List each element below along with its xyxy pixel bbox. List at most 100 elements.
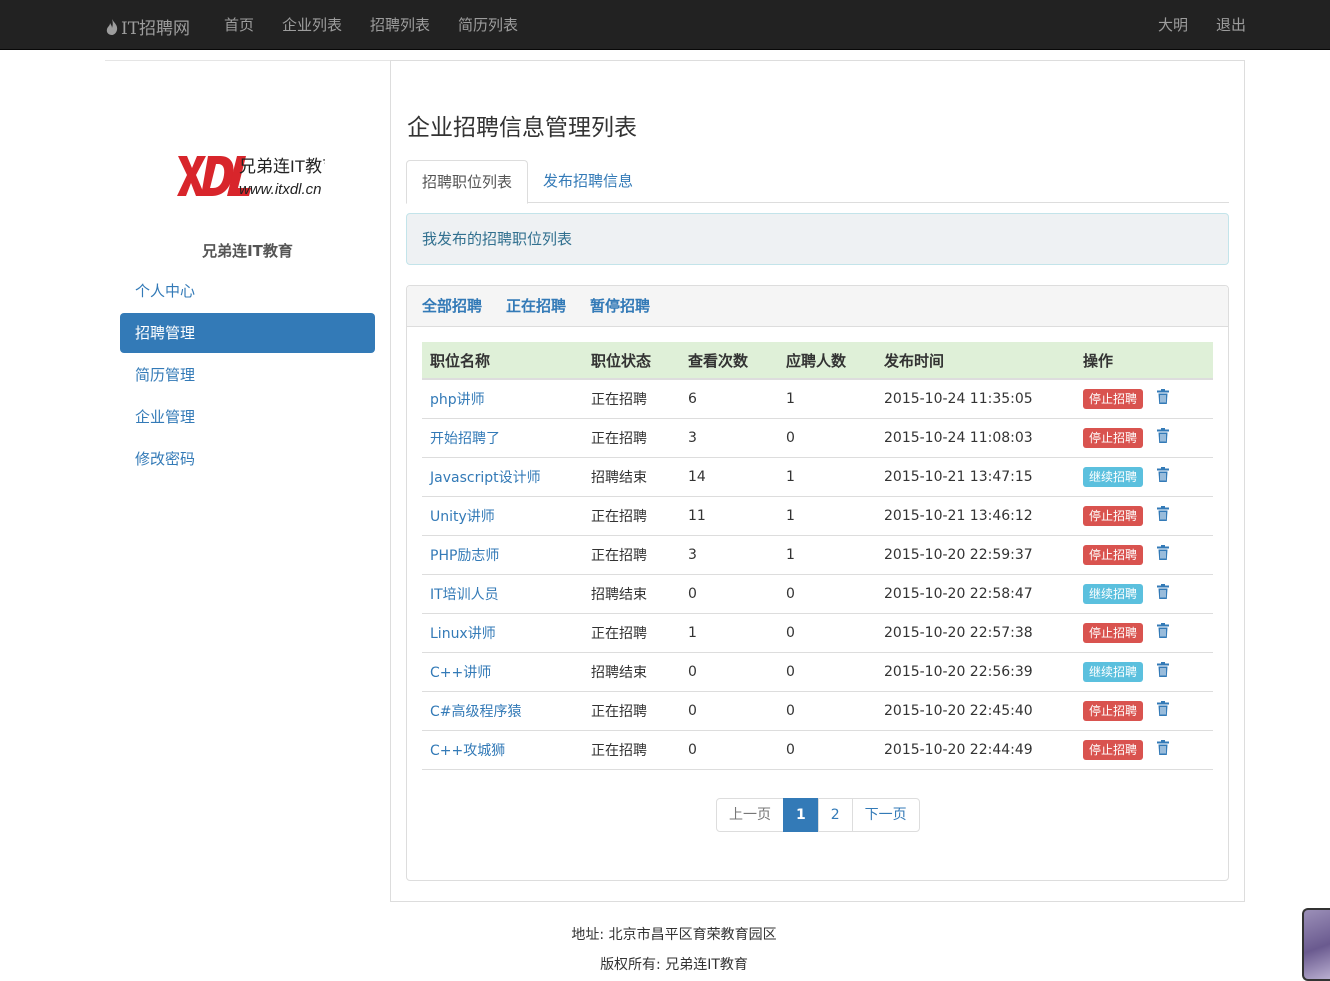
- company-logo: 兄弟连IT教育 www.itxdl.cn: [175, 150, 339, 202]
- sidebar-item-resumes[interactable]: 简历管理: [120, 355, 375, 395]
- nav-home[interactable]: 首页: [210, 0, 268, 50]
- table-row: 开始招聘了 正在招聘 3 0 2015-10-24 11:08:03 停止招聘: [422, 418, 1213, 458]
- stop-recruit-button[interactable]: 停止招聘: [1083, 544, 1144, 565]
- cell-status: 正在招聘: [583, 691, 680, 731]
- cell-views: 3: [680, 418, 778, 458]
- filter-active[interactable]: 正在招聘: [506, 286, 566, 326]
- cell-title: PHP励志师: [422, 535, 583, 575]
- filter-paused[interactable]: 暂停招聘: [590, 286, 650, 326]
- job-title-link[interactable]: C++讲师: [430, 665, 491, 681]
- stop-recruit-button[interactable]: 停止招聘: [1083, 622, 1144, 643]
- header-views: 查看次数: [680, 342, 778, 380]
- cell-applicants: 1: [778, 379, 876, 419]
- trash-icon[interactable]: [1157, 701, 1170, 720]
- table-row: Linux讲师 正在招聘 1 0 2015-10-20 22:57:38 停止招聘: [422, 613, 1213, 653]
- cell-actions: 停止招聘: [1075, 613, 1213, 653]
- resume-recruit-button[interactable]: 继续招聘: [1083, 466, 1144, 487]
- stop-recruit-button[interactable]: 停止招聘: [1083, 388, 1144, 409]
- page-prev[interactable]: 上一页: [716, 798, 784, 832]
- nav-user[interactable]: 大明: [1144, 0, 1202, 50]
- brand-label: IT招聘网: [121, 19, 191, 39]
- cell-status: 正在招聘: [583, 535, 680, 575]
- sidebar-item-recruitment[interactable]: 招聘管理: [120, 313, 375, 353]
- trash-icon[interactable]: [1157, 506, 1170, 525]
- cell-applicants: 0: [778, 652, 876, 692]
- flame-icon: [106, 18, 118, 35]
- table-row: Unity讲师 正在招聘 11 1 2015-10-21 13:46:12 停止招聘: [422, 496, 1213, 536]
- job-title-link[interactable]: PHP励志师: [430, 548, 499, 564]
- trash-icon[interactable]: [1157, 545, 1170, 564]
- table-row: C#高级程序猿 正在招聘 0 0 2015-10-20 22:45:40 停止招聘: [422, 691, 1213, 731]
- trash-icon[interactable]: [1157, 389, 1170, 408]
- trash-icon[interactable]: [1157, 428, 1170, 447]
- cell-time: 2015-10-24 11:35:05: [876, 379, 1075, 419]
- cell-views: 14: [680, 457, 778, 497]
- cell-status: 正在招聘: [583, 379, 680, 419]
- table-row: C++攻城狮 正在招聘 0 0 2015-10-20 22:44:49 停止招聘: [422, 730, 1213, 770]
- nav-jobs[interactable]: 招聘列表: [356, 0, 444, 50]
- footer-copyright: 版权所有: 兄弟连IT教育: [600, 957, 748, 973]
- trash-icon[interactable]: [1157, 467, 1170, 486]
- info-alert: 我发布的招聘职位列表: [406, 213, 1229, 265]
- logo-url: www.itxdl.cn: [239, 181, 322, 198]
- trash-icon[interactable]: [1157, 623, 1170, 642]
- cell-views: 6: [680, 379, 778, 419]
- nav-logout[interactable]: 退出: [1202, 0, 1260, 50]
- cell-views: 11: [680, 496, 778, 536]
- stop-recruit-button[interactable]: 停止招聘: [1083, 739, 1144, 760]
- stop-recruit-button[interactable]: 停止招聘: [1083, 700, 1144, 721]
- cell-applicants: 0: [778, 613, 876, 653]
- cell-title: 开始招聘了: [422, 418, 583, 458]
- cell-actions: 停止招聘: [1075, 496, 1213, 536]
- sidebar-item-profile[interactable]: 个人中心: [120, 271, 375, 311]
- cell-status: 招聘结束: [583, 457, 680, 497]
- nav-companies[interactable]: 企业列表: [268, 0, 356, 50]
- page-1[interactable]: 1: [783, 798, 819, 832]
- job-title-link[interactable]: C++攻城狮: [430, 743, 505, 759]
- cell-title: IT培训人员: [422, 574, 583, 614]
- table-row: C++讲师 招聘结束 0 0 2015-10-20 22:56:39 继续招聘: [422, 652, 1213, 692]
- table-row: IT培训人员 招聘结束 0 0 2015-10-20 22:58:47 继续招聘: [422, 574, 1213, 614]
- tab-publish-job[interactable]: 发布招聘信息: [528, 160, 648, 203]
- cell-title: Linux讲师: [422, 613, 583, 653]
- resume-recruit-button[interactable]: 继续招聘: [1083, 661, 1144, 682]
- job-title-link[interactable]: C#高级程序猿: [430, 704, 522, 720]
- trash-icon[interactable]: [1157, 584, 1170, 603]
- resume-recruit-button[interactable]: 继续招聘: [1083, 583, 1144, 604]
- sidebar-item-password[interactable]: 修改密码: [120, 439, 375, 479]
- page-2[interactable]: 2: [817, 798, 853, 832]
- filter-all[interactable]: 全部招聘: [422, 286, 482, 326]
- job-title-link[interactable]: php讲师: [430, 392, 485, 408]
- cell-applicants: 0: [778, 574, 876, 614]
- page-next[interactable]: 下一页: [851, 798, 920, 832]
- tab-job-list[interactable]: 招聘职位列表: [406, 160, 529, 204]
- sidebar-divider: [105, 60, 390, 61]
- jobs-panel: 全部招聘 正在招聘 暂停招聘 职位名称 职位状态 查看次数 应聘人数 发布时间 …: [406, 285, 1229, 881]
- job-title-link[interactable]: Javascript设计师: [430, 470, 541, 486]
- cell-time: 2015-10-20 22:45:40: [876, 691, 1075, 731]
- job-title-link[interactable]: 开始招聘了: [430, 431, 500, 447]
- company-name: 兄弟连IT教育: [202, 242, 293, 260]
- header-applicants: 应聘人数: [778, 342, 876, 380]
- cell-status: 招聘结束: [583, 574, 680, 614]
- cell-title: C++讲师: [422, 652, 583, 692]
- brand-link[interactable]: IT招聘网: [105, 14, 190, 39]
- cell-status: 正在招聘: [583, 496, 680, 536]
- stop-recruit-button[interactable]: 停止招聘: [1083, 505, 1144, 526]
- job-title-link[interactable]: Linux讲师: [430, 626, 496, 642]
- sidebar-item-company[interactable]: 企业管理: [120, 397, 375, 437]
- corner-widget[interactable]: [1302, 908, 1330, 981]
- cell-time: 2015-10-24 11:08:03: [876, 418, 1075, 458]
- trash-icon[interactable]: [1157, 662, 1170, 681]
- job-title-link[interactable]: IT培训人员: [430, 587, 499, 603]
- job-title-link[interactable]: Unity讲师: [430, 509, 495, 525]
- table-row: PHP励志师 正在招聘 3 1 2015-10-20 22:59:37 停止招聘: [422, 535, 1213, 575]
- stop-recruit-button[interactable]: 停止招聘: [1083, 427, 1144, 448]
- sidebar-menu: 个人中心 招聘管理 简历管理 企业管理 修改密码: [120, 271, 375, 481]
- jobs-table: 职位名称 职位状态 查看次数 应聘人数 发布时间 操作 php讲师 正在招聘 6 1 2…: [422, 342, 1213, 770]
- trash-icon[interactable]: [1157, 740, 1170, 759]
- cell-time: 2015-10-21 13:47:15: [876, 457, 1075, 497]
- nav-resumes[interactable]: 简历列表: [444, 0, 532, 50]
- cell-actions: 停止招聘: [1075, 379, 1213, 419]
- cell-views: 0: [680, 652, 778, 692]
